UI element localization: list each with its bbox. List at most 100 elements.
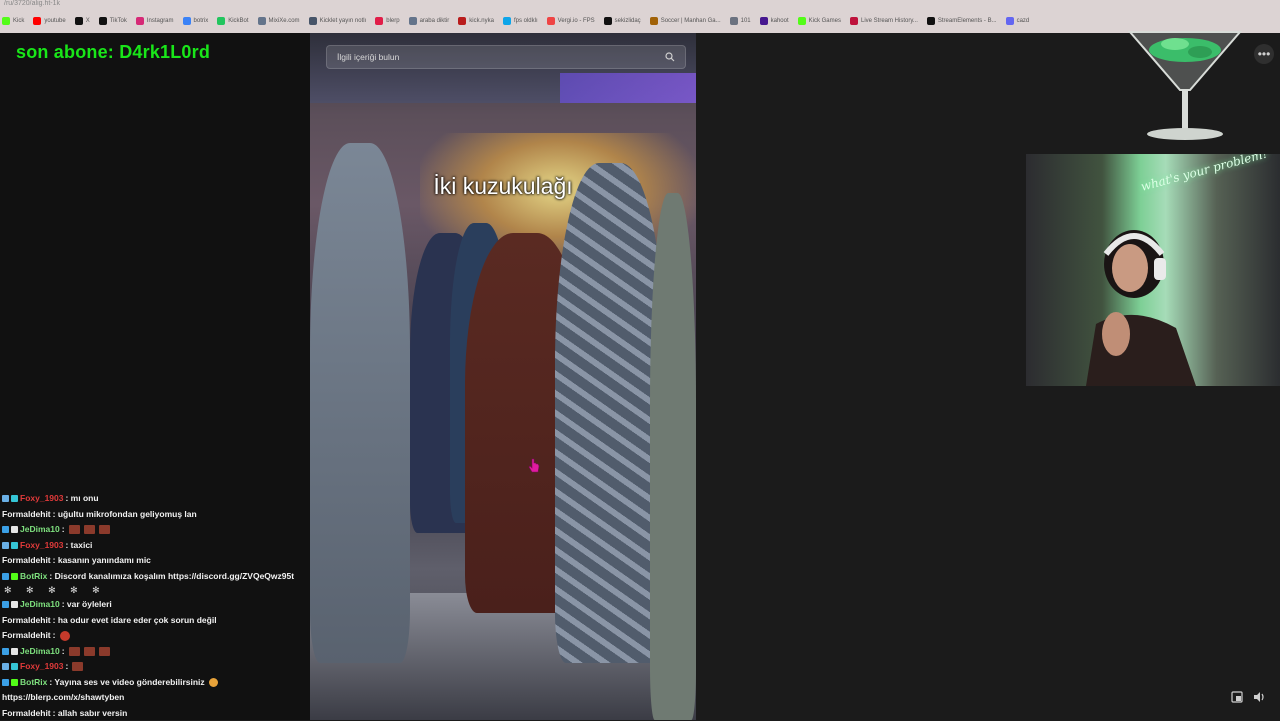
bookmark-item[interactable]: KickBot bbox=[217, 17, 248, 25]
chat-badge-icon bbox=[2, 648, 9, 655]
chat-badge-icon bbox=[2, 495, 9, 502]
bookmark-item[interactable]: Live Stream History... bbox=[850, 17, 918, 25]
bookmark-item[interactable]: youtube bbox=[33, 17, 65, 25]
pip-icon[interactable] bbox=[1230, 690, 1244, 704]
chat-username[interactable]: Formaldehit bbox=[2, 628, 51, 644]
bookmark-item[interactable]: 101 bbox=[730, 17, 751, 25]
video-purple-light bbox=[560, 73, 696, 103]
bookmark-label: kick.nyka bbox=[469, 18, 494, 24]
neon-sign-text: what's your problem? bbox=[1140, 154, 1270, 194]
chat-badge-icon bbox=[11, 679, 18, 686]
bookmark-favicon-icon bbox=[2, 17, 10, 25]
chat-username[interactable]: Foxy_1903 bbox=[20, 659, 63, 675]
bookmark-label: KickBot bbox=[228, 18, 248, 24]
chat-badge-icon bbox=[11, 663, 18, 670]
chat-username[interactable]: Formaldehit bbox=[2, 706, 51, 721]
last-subscriber-label: son abone: D4rk1L0rd bbox=[16, 42, 210, 63]
search-icon[interactable] bbox=[665, 52, 675, 62]
martini-glass-icon bbox=[1120, 28, 1250, 146]
bookmark-label: kahoot bbox=[771, 18, 789, 24]
video-figure bbox=[310, 143, 410, 663]
chat-text: : var öyleleri bbox=[62, 597, 112, 613]
bookmark-item[interactable]: blerp bbox=[375, 17, 399, 25]
volume-icon[interactable] bbox=[1252, 690, 1266, 704]
mouse-cursor-icon bbox=[528, 458, 540, 474]
chat-badge-icon bbox=[11, 542, 18, 549]
bookmark-item[interactable]: TikTok bbox=[99, 17, 127, 25]
bookmark-favicon-icon bbox=[458, 17, 466, 25]
bookmark-favicon-icon bbox=[136, 17, 144, 25]
bookmark-favicon-icon bbox=[409, 17, 417, 25]
bookmark-item[interactable]: botrix bbox=[183, 17, 209, 25]
chat-username[interactable]: JeDima10 bbox=[20, 644, 60, 660]
bookmark-item[interactable]: cazd bbox=[1006, 17, 1030, 25]
player-controls bbox=[1230, 690, 1266, 704]
bookmark-favicon-icon bbox=[258, 17, 266, 25]
address-bar[interactable]: /ru/3720/alig.ht-1k bbox=[0, 0, 1280, 8]
bookmark-item[interactable]: Kicklet yayın notlı bbox=[309, 17, 367, 25]
chat-username[interactable]: JeDima10 bbox=[20, 522, 60, 538]
chat-text: : Discord kanalımıza koşalım https://dis… bbox=[49, 569, 294, 585]
bookmark-favicon-icon bbox=[650, 17, 658, 25]
bookmark-favicon-icon bbox=[217, 17, 225, 25]
bookmark-favicon-icon bbox=[503, 17, 511, 25]
bookmark-item[interactable]: Soccer | Manhan Ga... bbox=[650, 17, 721, 25]
video-player[interactable]: İlgili içeriği bulun İki kuzukulağı bbox=[310, 33, 696, 720]
bookmark-favicon-icon bbox=[604, 17, 612, 25]
chat-username[interactable]: JeDima10 bbox=[20, 597, 60, 613]
bookmark-label: Kick Games bbox=[809, 18, 841, 24]
bookmark-favicon-icon bbox=[730, 17, 738, 25]
bookmark-item[interactable]: MixiXe.com bbox=[258, 17, 300, 25]
chat-badge-icon bbox=[11, 648, 18, 655]
chat-emote-icon bbox=[69, 647, 80, 656]
chat-badge-icon bbox=[11, 495, 18, 502]
chat-text: : bbox=[53, 628, 56, 644]
chat-username[interactable]: BotRix bbox=[20, 569, 47, 585]
chat-message: Formaldehit: ha odur evet idare eder çok… bbox=[2, 613, 308, 629]
bookmark-item[interactable]: kahoot bbox=[760, 17, 789, 25]
bookmark-favicon-icon bbox=[760, 17, 768, 25]
bookmark-label: sekizlidaç bbox=[615, 18, 641, 24]
chat-username[interactable]: Foxy_1903 bbox=[20, 538, 63, 554]
bookmark-favicon-icon bbox=[309, 17, 317, 25]
chat-emote-icon bbox=[69, 525, 80, 534]
chat-username[interactable]: Formaldehit bbox=[2, 553, 51, 569]
url-text: /ru/3720/alig.ht-1k bbox=[4, 0, 60, 7]
chat-username[interactable]: BotRix bbox=[20, 675, 47, 691]
bookmark-favicon-icon bbox=[183, 17, 191, 25]
bookmark-label: MixiXe.com bbox=[269, 18, 300, 24]
video-caption: İki kuzukulağı bbox=[310, 173, 696, 200]
chat-emote-icon bbox=[209, 678, 218, 687]
bookmark-item[interactable]: araba diktir bbox=[409, 17, 450, 25]
chat-message: JeDima10: var öyleleri bbox=[2, 597, 308, 613]
chat-text: : mı onu bbox=[65, 491, 98, 507]
search-placeholder: İlgili içeriği bulun bbox=[337, 52, 399, 62]
bookmark-item[interactable]: Instagram bbox=[136, 17, 174, 25]
bookmark-favicon-icon bbox=[33, 17, 41, 25]
bookmark-item[interactable]: Kick Games bbox=[798, 17, 841, 25]
more-options-button[interactable]: ••• bbox=[1254, 44, 1274, 64]
chat-badge-icon bbox=[2, 679, 9, 686]
bookmark-item[interactable]: StreamElements - B... bbox=[927, 17, 997, 25]
bookmark-item[interactable]: Kick bbox=[2, 17, 24, 25]
chat-message: BotRix: Yayına ses ve video gönderebilir… bbox=[2, 675, 308, 691]
bookmark-item[interactable]: kick.nyka bbox=[458, 17, 494, 25]
chat-emote-icon bbox=[72, 662, 83, 671]
chat-username[interactable]: Formaldehit bbox=[2, 507, 51, 523]
chat-username[interactable]: Formaldehit bbox=[2, 613, 51, 629]
chat-message: JeDima10: bbox=[2, 522, 308, 538]
bookmark-label: Instagram bbox=[147, 18, 174, 24]
bookmark-label: TikTok bbox=[110, 18, 127, 24]
chat-badge-icon bbox=[2, 601, 9, 608]
chat-username[interactable]: Foxy_1903 bbox=[20, 491, 63, 507]
bookmark-item[interactable]: fps oldklı bbox=[503, 17, 538, 25]
bookmark-label: 101 bbox=[741, 18, 751, 24]
chat-text: https://blerp.com/x/shawtyben bbox=[2, 690, 124, 706]
chat-message: Foxy_1903: taxici bbox=[2, 538, 308, 554]
bookmark-label: botrix bbox=[194, 18, 209, 24]
bookmark-item[interactable]: Vergi.io - FPS bbox=[547, 17, 595, 25]
bookmark-item[interactable]: X bbox=[75, 17, 90, 25]
video-search-bar[interactable]: İlgili içeriği bulun bbox=[326, 45, 686, 69]
chat-badge-icon bbox=[2, 663, 9, 670]
bookmark-item[interactable]: sekizlidaç bbox=[604, 17, 641, 25]
